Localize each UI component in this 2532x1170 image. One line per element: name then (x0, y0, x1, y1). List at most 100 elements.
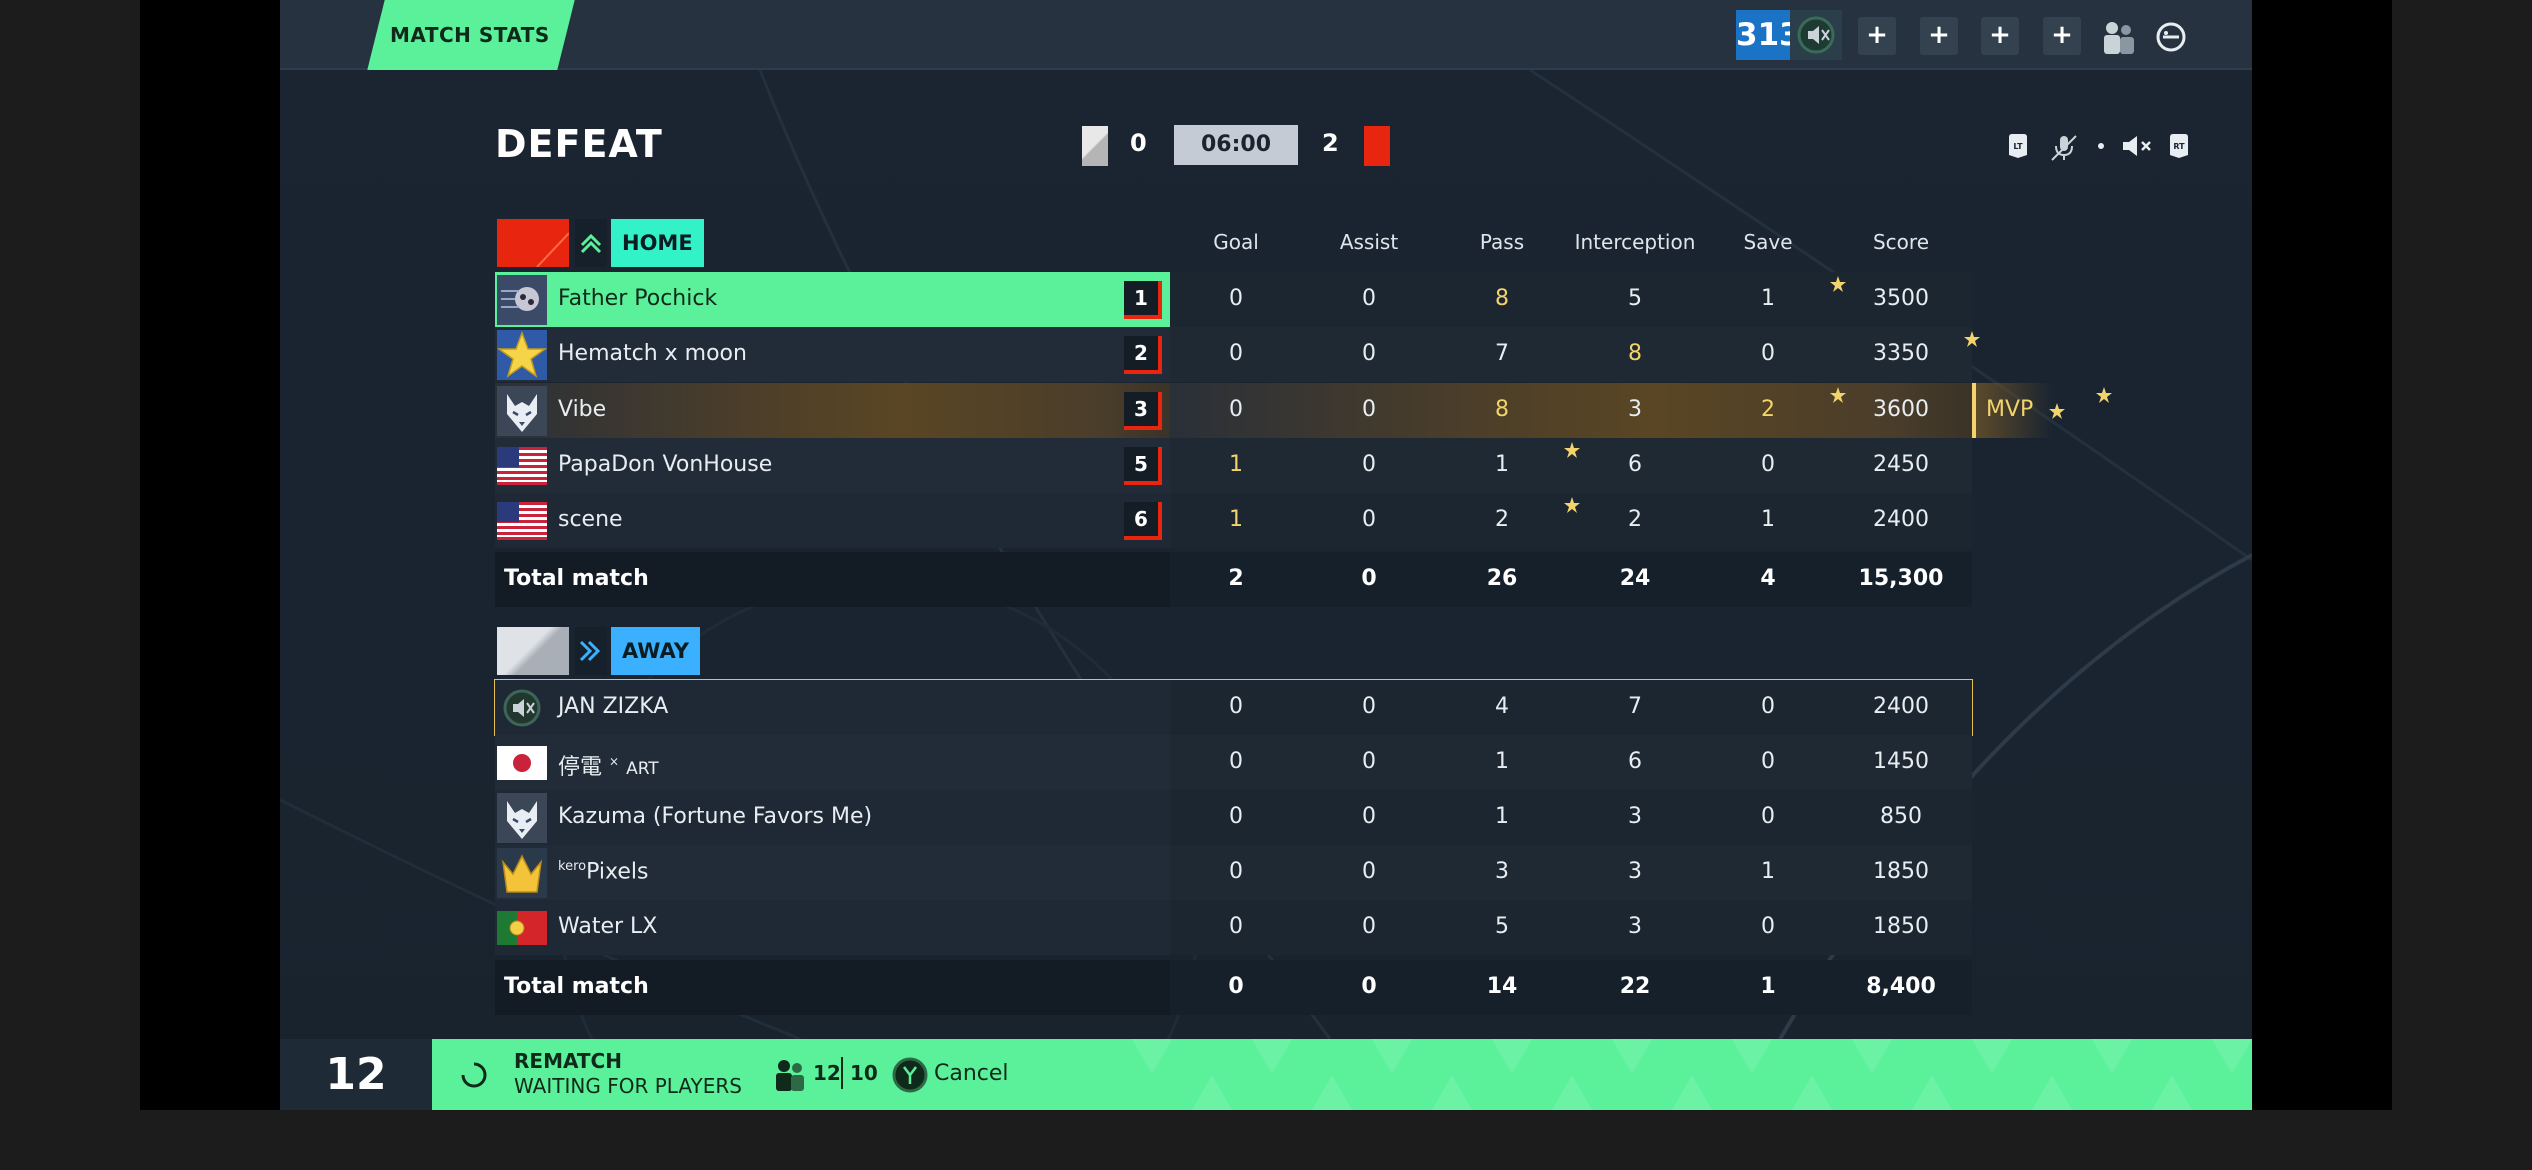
screen: MATCH STATS 313 + + + + DEFEAT 0 06:00 2… (0, 0, 2532, 1170)
stat-assist: 0 (1362, 804, 1376, 829)
stat-goal: 1 (1229, 507, 1243, 532)
stat-interception: 5 (1628, 286, 1642, 311)
stat-interception: 8 (1628, 341, 1642, 366)
player-name: keroPixels (558, 859, 649, 885)
player-rank: 1 (1124, 281, 1162, 319)
away-team-label: AWAY (611, 627, 700, 675)
match-result-title: DEFEAT (495, 122, 663, 166)
stat-goal: 0 (1229, 749, 1243, 774)
speaker-mute-icon[interactable] (2120, 133, 2154, 159)
players-ready-count: 12 (813, 1061, 841, 1085)
stat-save: 0 (1761, 914, 1775, 939)
player-name: Hematch x moon (558, 341, 747, 366)
plus-icon: + (1866, 20, 1888, 50)
stat-save: 0 (1761, 341, 1775, 366)
total-pass: 14 (1486, 974, 1518, 999)
cancel-button[interactable]: Cancel (934, 1061, 1009, 1086)
column-header-assist: Assist (1339, 230, 1399, 254)
player-name: PapaDon VonHouse (558, 452, 773, 477)
stat-assist: 0 (1362, 507, 1376, 532)
bar-pattern (1132, 1039, 2252, 1110)
star-icon (2049, 403, 2065, 419)
home-total-row: Total match 2 0 26 24 4 15,300 (495, 552, 1972, 607)
add-party-slot-4-button[interactable]: + (2043, 17, 2081, 55)
table-row[interactable]: keroPixels 0 0 3 3 1 1850 (495, 845, 1972, 900)
stat-save: 0 (1761, 694, 1775, 719)
stat-pass: 8 (1495, 286, 1509, 311)
add-party-slot-3-button[interactable]: + (1981, 17, 2019, 55)
table-row[interactable]: Hematch x moon 2 0 0 7 8 0 3350 (495, 327, 1980, 382)
japan-flag-avatar (497, 746, 547, 780)
stat-save: 0 (1761, 804, 1775, 829)
table-row[interactable]: Water LX 0 0 5 3 0 1850 (495, 900, 1972, 955)
away-team-emblem (575, 627, 607, 675)
table-row[interactable]: Father Pochick 1 0 0 8 5 1 3500 (495, 272, 1972, 327)
profile-avatar[interactable] (1790, 10, 1842, 60)
table-row[interactable]: Kazuma (Fortune Favors Me) 0 0 1 3 0 850 (495, 790, 1972, 845)
stat-goal: 0 (1229, 804, 1243, 829)
plus-icon: + (2051, 20, 2073, 50)
rematch-bar: REMATCH WAITING FOR PLAYERS 12 10 Cancel (432, 1039, 2252, 1110)
lt-button-icon[interactable]: LT (2007, 133, 2029, 159)
letterbox-left (140, 0, 280, 1110)
player-name: Father Pochick (558, 286, 718, 311)
add-party-slot-2-button[interactable]: + (1920, 17, 1958, 55)
star-icon (2096, 387, 2112, 403)
controller-icon[interactable] (2154, 20, 2188, 54)
stat-interception: 6 (1628, 452, 1642, 477)
stat-save: 0 (1761, 452, 1775, 477)
add-party-slot-1-button[interactable]: + (1858, 17, 1896, 55)
stat-pass: 1 (1495, 749, 1509, 774)
stat-goal: 0 (1229, 694, 1243, 719)
stat-interception: 6 (1628, 749, 1642, 774)
column-header-score: Score (1872, 230, 1929, 254)
avatar (497, 275, 547, 325)
mvp-badge: MVP (1972, 383, 2065, 438)
away-score: 2 (1322, 129, 1339, 157)
y-button-icon[interactable] (892, 1057, 928, 1093)
player-name: scene (558, 507, 623, 532)
rt-button-label: RT (2173, 142, 2185, 151)
stat-pass: 2 (1495, 507, 1509, 532)
match-stats-screen: MATCH STATS 313 + + + + DEFEAT 0 06:00 2… (280, 0, 2252, 1110)
separator-dot-icon (2098, 143, 2104, 149)
tab-match-stats[interactable]: MATCH STATS (367, 0, 575, 70)
stat-assist: 0 (1362, 452, 1376, 477)
home-team-banner (497, 219, 570, 268)
table-row[interactable]: 停電 × ART 0 0 1 6 0 1450 (495, 735, 1972, 790)
rt-button-icon[interactable]: RT (2168, 133, 2190, 159)
letterbox-right (2252, 0, 2392, 1110)
home-team-flag (1082, 126, 1108, 166)
us-flag-avatar (497, 447, 547, 485)
player-rank: 5 (1124, 447, 1162, 485)
home-team-emblem (575, 219, 607, 267)
table-row[interactable]: scene 6 1 0 2 2 1 2400 (495, 493, 1972, 548)
plus-icon: + (1989, 20, 2011, 50)
mvp-label: MVP (1986, 397, 2034, 422)
party-icon[interactable] (2097, 20, 2137, 54)
mic-off-icon[interactable] (2049, 133, 2079, 163)
chevron-up-icon (580, 233, 602, 254)
stat-save: 1 (1761, 507, 1775, 532)
stat-assist: 0 (1362, 694, 1376, 719)
stat-interception: 3 (1628, 859, 1642, 884)
total-pass: 26 (1486, 566, 1518, 591)
stat-score: 2400 (1873, 694, 1929, 719)
stat-pass: 1 (1495, 804, 1509, 829)
level-badge: 313 (1736, 10, 1801, 60)
us-flag-avatar (497, 502, 547, 540)
table-row[interactable]: PapaDon VonHouse 5 1 0 1 6 0 2450 (495, 438, 1972, 493)
table-row-selected[interactable]: JAN ZIZKA 0 0 4 7 0 2400 (494, 679, 1973, 736)
total-score: 8,400 (1866, 974, 1936, 999)
mute-icon (1797, 16, 1835, 54)
stat-score: 3500 (1873, 286, 1929, 311)
player-name: JAN ZIZKA (558, 694, 669, 719)
player-name: Vibe (558, 397, 607, 422)
total-interception: 22 (1619, 974, 1651, 999)
crown-avatar (497, 848, 547, 898)
total-save: 1 (1760, 974, 1776, 999)
stat-assist: 0 (1362, 859, 1376, 884)
table-row-mvp[interactable]: Vibe 3 0 0 8 3 2 3600 (495, 383, 2112, 438)
lt-button-label: LT (2013, 142, 2023, 151)
player-rank: 6 (1124, 502, 1162, 540)
